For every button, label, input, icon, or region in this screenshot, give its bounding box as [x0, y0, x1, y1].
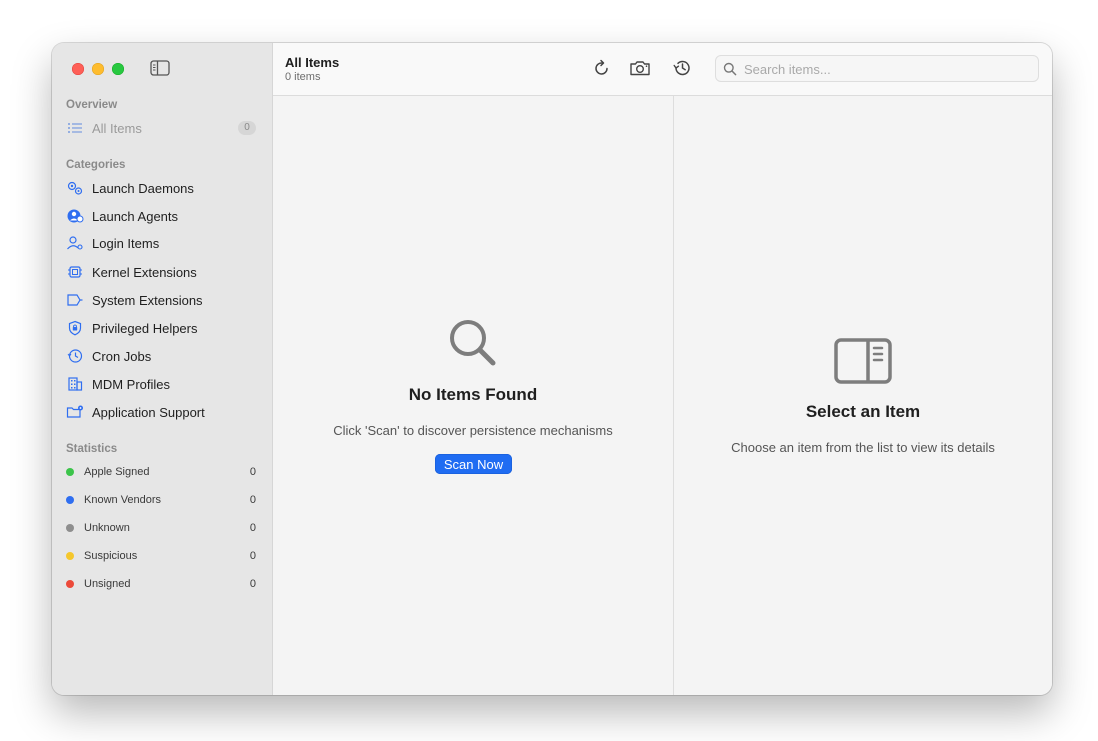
sidebar-item-label: MDM Profiles	[92, 376, 171, 392]
zoom-window-button[interactable]	[112, 63, 124, 75]
stat-suspicious: Suspicious 0	[66, 547, 256, 565]
search-field[interactable]	[715, 55, 1039, 83]
overview-section-title: Overview	[66, 99, 118, 111]
count-badge: 0	[238, 121, 256, 135]
status-dot	[66, 468, 74, 476]
puzzle-icon	[66, 292, 84, 308]
status-dot	[66, 524, 74, 532]
search-icon	[723, 62, 737, 76]
stat-label: Unsigned	[84, 578, 131, 590]
search-input[interactable]	[742, 56, 1036, 83]
camera-icon	[630, 61, 650, 76]
status-dot	[66, 580, 74, 588]
sidebar-item-all-items[interactable]: All Items 0	[66, 117, 258, 139]
shield-icon	[66, 320, 84, 336]
sidebar-item-launch-agents[interactable]: Launch Agents	[66, 205, 258, 227]
sidebar: Overview All Items 0 Categories Launch D…	[52, 43, 273, 695]
stat-label: Known Vendors	[84, 494, 162, 506]
detail-placeholder-subtitle: Choose an item from the list to view its…	[731, 440, 995, 455]
stat-count: 0	[249, 522, 256, 534]
window-controls	[72, 63, 124, 75]
minimize-window-button[interactable]	[92, 63, 104, 75]
sidebar-item-label: Privileged Helpers	[92, 320, 198, 336]
stat-known-vendors: Known Vendors 0	[66, 491, 256, 509]
sidebar-item-label: Launch Daemons	[92, 180, 194, 196]
refresh-icon	[595, 59, 608, 75]
sidebar-item-label: All Items	[92, 120, 142, 136]
stat-count: 0	[249, 466, 256, 478]
sidebar-item-privileged-helpers[interactable]: Privileged Helpers	[66, 317, 258, 339]
scan-now-button[interactable]: Scan Now	[435, 454, 512, 474]
snapshot-button[interactable]	[628, 57, 652, 79]
person-circle-icon	[66, 208, 84, 224]
toolbar: All Items 0 items	[273, 43, 1052, 96]
item-count: 0 items	[285, 71, 321, 83]
statistics-section-title: Statistics	[66, 443, 118, 455]
sidebar-item-label: Login Items	[92, 235, 160, 251]
list-pane: No Items Found Click 'Scan' to discover …	[273, 96, 674, 695]
stat-count: 0	[249, 578, 256, 590]
stat-label: Apple Signed	[84, 466, 150, 478]
refresh-button[interactable]	[590, 57, 614, 79]
status-dot	[66, 552, 74, 560]
stat-count: 0	[249, 494, 256, 506]
sidebar-right-icon	[834, 338, 892, 389]
stat-label: Suspicious	[84, 550, 138, 562]
stat-unknown: Unknown 0	[66, 519, 256, 537]
detail-pane: Select an Item Choose an item from the l…	[674, 96, 1052, 695]
status-dot	[66, 496, 74, 504]
stat-unsigned: Unsigned 0	[66, 575, 256, 593]
history-button[interactable]	[670, 57, 694, 79]
sidebar-item-login-items[interactable]: Login Items	[66, 232, 258, 254]
empty-state-title: No Items Found	[408, 385, 538, 404]
app-window: Overview All Items 0 Categories Launch D…	[52, 43, 1052, 695]
detail-placeholder-title: Select an Item	[805, 402, 921, 421]
list-icon	[66, 120, 84, 136]
gears-icon	[66, 180, 84, 196]
page-title: All Items	[285, 55, 340, 70]
sidebar-item-mdm-profiles[interactable]: MDM Profiles	[66, 373, 258, 395]
sidebar-item-label: System Extensions	[92, 292, 203, 308]
categories-section-title: Categories	[66, 159, 126, 171]
stat-count: 0	[249, 550, 256, 562]
empty-state-subtitle: Click 'Scan' to discover persistence mec…	[333, 423, 613, 438]
sidebar-item-cron-jobs[interactable]: Cron Jobs	[66, 345, 258, 367]
sidebar-toggle-icon[interactable]	[150, 60, 170, 76]
cpu-icon	[66, 264, 84, 280]
sidebar-item-label: Kernel Extensions	[92, 264, 197, 280]
clock-icon	[66, 348, 84, 364]
sidebar-item-label: Application Support	[92, 404, 205, 420]
magnifier-icon	[448, 318, 498, 373]
stat-label: Unknown	[84, 522, 130, 534]
sidebar-item-launch-daemons[interactable]: Launch Daemons	[66, 177, 258, 199]
sidebar-item-kernel-extensions[interactable]: Kernel Extensions	[66, 261, 258, 283]
history-icon	[673, 60, 690, 76]
sidebar-item-label: Cron Jobs	[92, 348, 152, 364]
sidebar-item-label: Launch Agents	[92, 208, 179, 224]
close-window-button[interactable]	[72, 63, 84, 75]
sidebar-item-system-extensions[interactable]: System Extensions	[66, 289, 258, 311]
person-gear-icon	[66, 235, 84, 251]
folder-gear-icon	[66, 404, 84, 420]
building-icon	[66, 376, 84, 392]
sidebar-item-application-support[interactable]: Application Support	[66, 401, 258, 423]
stat-apple-signed: Apple Signed 0	[66, 463, 256, 481]
